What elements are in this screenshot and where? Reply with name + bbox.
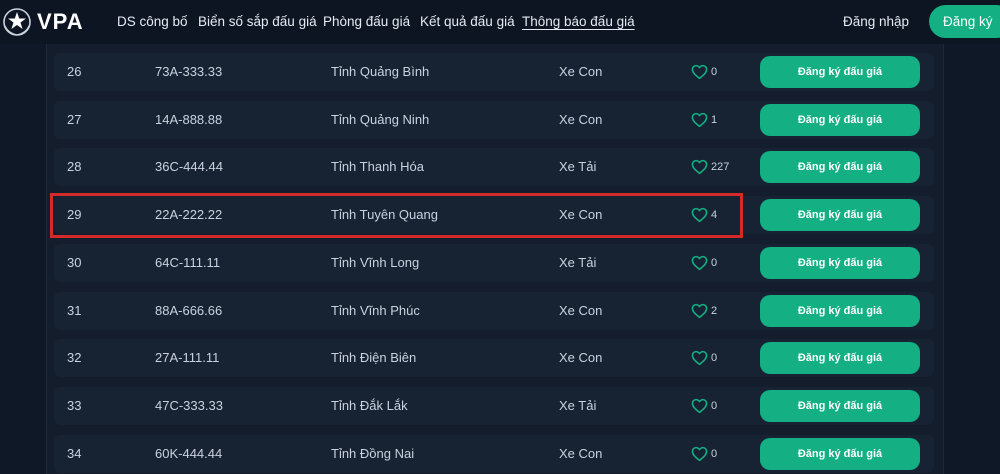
register-button[interactable]: Đăng ký: [929, 5, 1000, 38]
register-bid-button[interactable]: Đăng ký đấu giá: [760, 389, 920, 422]
like-count: 0: [711, 66, 718, 78]
like-control[interactable]: 0: [691, 244, 717, 282]
vehicle-type: Xe Con: [559, 302, 603, 318]
province-name: Tỉnh Điện Biên: [331, 350, 417, 366]
row-index: 28: [67, 159, 82, 175]
heart-outline-icon[interactable]: [691, 64, 708, 80]
nav-bien-so-sap-dau-gia[interactable]: Biển số sắp đấu giá: [198, 14, 317, 29]
register-bid-button[interactable]: Đăng ký đấu giá: [760, 56, 920, 88]
row-index: 32: [67, 350, 82, 366]
table-row: 30 64C-111.11 Tỉnh Vĩnh Long Xe Tải 0 Đăng ký…: [54, 243, 934, 282]
register-bid-button[interactable]: Đăng ký đấu giá: [760, 246, 920, 279]
table-row: 33 47C-333.33 Tỉnh Đắk Lắk Xe Tải 0 Đăng ký đ…: [54, 386, 934, 425]
vehicle-type: Xe Tải: [559, 159, 597, 175]
province-name: Tỉnh Vĩnh Phúc: [331, 302, 420, 318]
plate-number: 36C-444.44: [155, 159, 223, 175]
table-row: 27 14A-888.88 Tỉnh Quảng Ninh Xe Con 1 Đăng k…: [54, 100, 934, 139]
plate-number: 73A-333.33: [155, 64, 223, 79]
table-row: 31 88A-666.66 Tỉnh Vĩnh Phúc Xe Con 2 Đăng ký…: [54, 291, 934, 330]
table-row: 26 73A-333.33 Tỉnh Quảng Bình Xe Con 0 Đăng k…: [54, 53, 934, 91]
vehicle-type: Xe Con: [559, 207, 603, 223]
like-control[interactable]: 4: [691, 196, 717, 234]
like-control[interactable]: 1: [691, 101, 717, 139]
nav-phong-dau-gia[interactable]: Phòng đấu giá: [323, 14, 410, 29]
heart-outline-icon[interactable]: [691, 446, 708, 462]
vehicle-type: Xe Tải: [559, 397, 597, 413]
province-name: Tỉnh Tuyên Quang: [331, 207, 438, 223]
province-name: Tỉnh Đắk Lắk: [331, 397, 408, 413]
row-index: 29: [67, 207, 82, 223]
plate-number: 27A-111.11: [155, 350, 220, 366]
plate-number: 14A-888.88: [155, 111, 223, 127]
plate-number: 60K-444.44: [155, 445, 223, 461]
heart-outline-icon[interactable]: [691, 159, 708, 175]
province-name: Tỉnh Vĩnh Long: [331, 254, 420, 270]
vehicle-type: Xe Tải: [559, 254, 597, 270]
like-count: 0: [711, 447, 718, 460]
row-index: 31: [67, 302, 82, 318]
province-name: Tỉnh Thanh Hóa: [331, 159, 424, 175]
table-row: 29 22A-222.22 Tỉnh Tuyên Quang Xe Con 4 Đăng …: [54, 196, 934, 235]
brand-name[interactable]: VPA: [37, 9, 84, 35]
vehicle-type: Xe Con: [559, 350, 603, 366]
vehicle-type: Xe Con: [559, 64, 603, 79]
heart-outline-icon[interactable]: [691, 207, 708, 223]
like-count: 0: [711, 256, 718, 269]
nav-thong-bao-dau-gia[interactable]: Thông báo đấu giá: [522, 14, 635, 29]
like-count: 1: [711, 113, 718, 126]
table-row: 28 36C-444.44 Tỉnh Thanh Hóa Xe Tải 227 Đăng …: [54, 148, 934, 187]
like-count: 4: [711, 209, 718, 222]
top-navigation-bar: VPA DS công bố Biển số sắp đấu giá Phòng…: [0, 0, 1000, 44]
row-index: 33: [67, 397, 82, 413]
register-bid-button[interactable]: Đăng ký đấu giá: [760, 151, 920, 184]
plate-number: 47C-333.33: [155, 397, 223, 413]
like-count: 0: [711, 352, 718, 365]
table-row: 32 27A-111.11 Tỉnh Điện Biên Xe Con 0 Đăng ký…: [54, 339, 934, 378]
plate-number: 22A-222.22: [155, 207, 223, 223]
heart-outline-icon[interactable]: [691, 112, 708, 128]
province-name: Tỉnh Quảng Bình: [331, 64, 430, 79]
register-bid-button[interactable]: Đăng ký đấu giá: [760, 437, 920, 470]
plate-number: 64C-111.11: [155, 254, 221, 270]
heart-outline-icon[interactable]: [691, 255, 708, 271]
like-control[interactable]: 227: [691, 148, 729, 186]
heart-outline-icon[interactable]: [691, 303, 708, 319]
province-name: Tỉnh Quảng Ninh: [331, 111, 430, 127]
like-control[interactable]: 0: [691, 435, 717, 473]
like-control[interactable]: 0: [691, 387, 717, 425]
register-bid-button[interactable]: Đăng ký đấu giá: [760, 294, 920, 327]
nav-ket-qua-dau-gia[interactable]: Kết quả đấu giá: [420, 14, 515, 29]
like-count: 2: [711, 304, 718, 317]
nav-ds-cong-bo[interactable]: DS công bố: [117, 14, 188, 29]
table-row: 34 60K-444.44 Tỉnh Đồng Nai Xe Con 0 Đăng ký …: [54, 434, 934, 473]
row-index: 27: [67, 111, 82, 127]
register-bid-button[interactable]: Đăng ký đấu giá: [760, 199, 920, 232]
plate-number: 88A-666.66: [155, 302, 223, 318]
like-control[interactable]: 2: [691, 292, 717, 330]
vehicle-type: Xe Con: [559, 111, 603, 127]
heart-outline-icon[interactable]: [691, 398, 708, 414]
vehicle-type: Xe Con: [559, 445, 603, 461]
row-index: 34: [67, 445, 82, 461]
row-index: 26: [67, 64, 82, 79]
province-name: Tỉnh Đồng Nai: [331, 445, 415, 461]
register-bid-button[interactable]: Đăng ký đấu giá: [760, 342, 920, 375]
like-control[interactable]: 0: [691, 339, 717, 377]
vpa-emblem-icon[interactable]: [0, 6, 34, 38]
like-count: 227: [711, 161, 730, 174]
login-link[interactable]: Đăng nhập: [843, 14, 909, 29]
row-index: 30: [67, 254, 82, 270]
register-bid-button[interactable]: Đăng ký đấu giá: [760, 103, 920, 136]
heart-outline-icon[interactable]: [691, 350, 708, 366]
like-control[interactable]: 0: [691, 53, 717, 91]
like-count: 0: [711, 399, 718, 412]
